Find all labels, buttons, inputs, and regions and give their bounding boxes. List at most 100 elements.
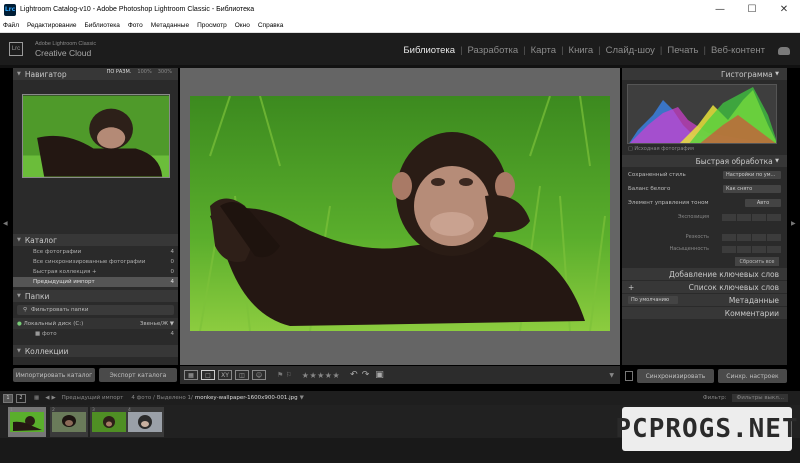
navigator-header[interactable]: ▼ Навигатор ПО РАЗМ. 100% 300%: [13, 68, 178, 80]
forward-arrow-icon[interactable]: ▶: [51, 395, 55, 401]
disk-label: Локальный диск (C:): [23, 320, 84, 327]
auto-tone-button[interactable]: Авто: [745, 198, 781, 207]
metadata-header[interactable]: По умолчанию Метаданные: [622, 294, 787, 306]
navigator-title: Навигатор: [24, 69, 67, 79]
module-develop[interactable]: Разработка: [463, 45, 524, 56]
right-panel-toggle-icon[interactable]: ▶: [791, 220, 796, 227]
cloud-icon[interactable]: [778, 47, 790, 55]
main-photo[interactable]: [190, 96, 610, 331]
metadata-title: Метаданные: [728, 295, 779, 305]
compare-view-icon[interactable]: XY: [218, 370, 232, 380]
flag-icon[interactable]: ⚑ ⚐: [277, 371, 292, 379]
histogram-header[interactable]: Гистограмма ▼: [622, 68, 787, 80]
menu-metadata[interactable]: Метаданные: [151, 22, 189, 29]
filmstrip-source[interactable]: Предыдущий импорт: [62, 395, 124, 401]
zoom-fit[interactable]: ПО РАЗМ.: [107, 69, 132, 75]
chevron-down-icon[interactable]: ▼: [300, 395, 304, 401]
module-map[interactable]: Карта: [526, 45, 561, 56]
film-thumb[interactable]: 3: [90, 407, 128, 437]
quick-develop-header[interactable]: Быстрая обработка ▼: [622, 155, 787, 167]
keywording-header[interactable]: Добавление ключевых слов: [622, 268, 787, 280]
import-catalog-button[interactable]: Импортировать каталог: [13, 368, 95, 382]
film-thumb[interactable]: 1: [8, 407, 46, 437]
survey-view-icon[interactable]: ◫: [235, 370, 249, 380]
folders-header[interactable]: ▼ Папки: [13, 290, 178, 302]
plus-icon[interactable]: +: [628, 283, 634, 292]
filter-select[interactable]: Фильтры выкл...: [732, 394, 788, 402]
window-1-button[interactable]: 1: [3, 393, 13, 403]
catalog-item-label: Быстрая коллекция +: [33, 269, 97, 275]
loupe-view: [180, 68, 620, 365]
toolbar-menu-icon[interactable]: ▼: [609, 372, 614, 379]
catalog-item-quick-collection[interactable]: Быстрая коллекция + 0: [13, 267, 178, 277]
exposure-label: Экспозиция: [677, 214, 709, 220]
close-icon[interactable]: ✕: [768, 0, 800, 19]
saved-preset-select[interactable]: Настройки по ум...: [723, 170, 781, 179]
module-print[interactable]: Печать: [662, 45, 703, 56]
reset-all-button[interactable]: Сбросить все: [735, 257, 779, 266]
catalog-item-previous-import[interactable]: Предыдущий импорт 4: [13, 277, 178, 287]
folder-filter-input[interactable]: ⚲ Фильтровать папки: [17, 305, 174, 315]
left-panel-toggle-icon[interactable]: ◀: [3, 220, 8, 227]
lightroom-app-icon: Lrc: [4, 3, 16, 16]
sync-settings-button[interactable]: Синхр. настроек: [717, 369, 787, 383]
module-slideshow[interactable]: Слайд-шоу: [601, 45, 660, 56]
menu-help[interactable]: Справка: [258, 22, 284, 29]
module-library[interactable]: Библиотека: [398, 45, 460, 56]
grid-icon[interactable]: ▦: [34, 395, 39, 401]
menu-photo[interactable]: Фото: [128, 22, 143, 29]
vibrance-stepper[interactable]: [722, 245, 781, 253]
rotate-right-icon[interactable]: ↷: [362, 370, 370, 380]
collections-title: Коллекции: [24, 346, 69, 356]
module-book[interactable]: Книга: [564, 45, 599, 56]
folder-item[interactable]: ■ фото 4: [13, 329, 178, 339]
module-web[interactable]: Веб-контент: [706, 45, 770, 56]
sync-toggle-icon[interactable]: [625, 371, 633, 381]
sync-button[interactable]: Синхронизировать: [636, 369, 714, 383]
comments-header[interactable]: Комментарии: [622, 307, 787, 319]
histogram-chart: [629, 87, 776, 143]
saved-preset-row: Сохраненный стиль Настройки по ум...: [622, 169, 787, 180]
catalog-item-all-photos[interactable]: Все фотографии 4: [13, 247, 178, 257]
left-panel-buttons: Импортировать каталог Экспорт каталога: [13, 368, 178, 384]
histogram-original-label[interactable]: □ Исходная фотография: [628, 146, 694, 152]
exposure-stepper[interactable]: [722, 213, 781, 221]
export-catalog-button[interactable]: Экспорт каталога: [99, 368, 177, 382]
white-balance-select[interactable]: Как снято: [723, 184, 781, 193]
collections-header[interactable]: ▼ Коллекции: [13, 345, 178, 357]
keyword-list-header[interactable]: + Список ключевых слов: [622, 281, 787, 293]
rotate-left-icon[interactable]: ↶: [350, 370, 358, 380]
tone-control-label: Элемент управления тоном: [628, 199, 709, 206]
catalog-item-synced[interactable]: Все синхронизированные фотографии 0: [13, 257, 178, 267]
film-thumb[interactable]: 4: [126, 407, 164, 437]
menu-file[interactable]: Файл: [3, 22, 19, 29]
menu-view[interactable]: Просмотр: [197, 22, 227, 29]
menu-window[interactable]: Окно: [235, 22, 250, 29]
quick-develop-title: Быстрая обработка: [695, 156, 773, 166]
catalog-header[interactable]: ▼ Каталог: [13, 234, 178, 246]
folder-volume-row[interactable]: ● Локальный диск (C:) Звенье/Ж ▼: [13, 318, 178, 329]
zoom-300[interactable]: 300%: [158, 69, 172, 75]
navigator-thumbnail[interactable]: [21, 94, 170, 178]
menu-edit[interactable]: Редактирование: [27, 22, 77, 29]
maximize-icon[interactable]: ☐: [736, 0, 768, 19]
menu-library[interactable]: Библиотека: [85, 22, 120, 29]
metadata-preset-select[interactable]: По умолчанию: [628, 296, 678, 304]
keyword-list-title: Список ключевых слов: [688, 282, 779, 292]
chevron-down-icon: ▼: [169, 320, 174, 327]
back-arrow-icon[interactable]: ◀: [45, 395, 49, 401]
rating-stars[interactable]: ★★★★★: [302, 371, 340, 380]
film-thumb[interactable]: 2: [50, 407, 88, 437]
grid-view-icon[interactable]: ▦: [184, 370, 198, 380]
window-2-button[interactable]: 2: [16, 393, 26, 403]
people-view-icon[interactable]: ☺: [252, 370, 266, 380]
site-watermark: PCPROGS.NET: [615, 407, 798, 451]
minimize-icon[interactable]: —: [704, 0, 736, 19]
collapse-triangle-icon: ▼: [17, 71, 21, 77]
folder-icon: ■: [35, 331, 41, 337]
clarity-stepper[interactable]: [722, 233, 781, 241]
disk-space: Звенье/Ж: [139, 320, 169, 327]
crop-icon[interactable]: ▣: [375, 370, 384, 380]
zoom-100[interactable]: 100%: [137, 69, 151, 75]
loupe-view-icon[interactable]: □: [201, 370, 215, 380]
